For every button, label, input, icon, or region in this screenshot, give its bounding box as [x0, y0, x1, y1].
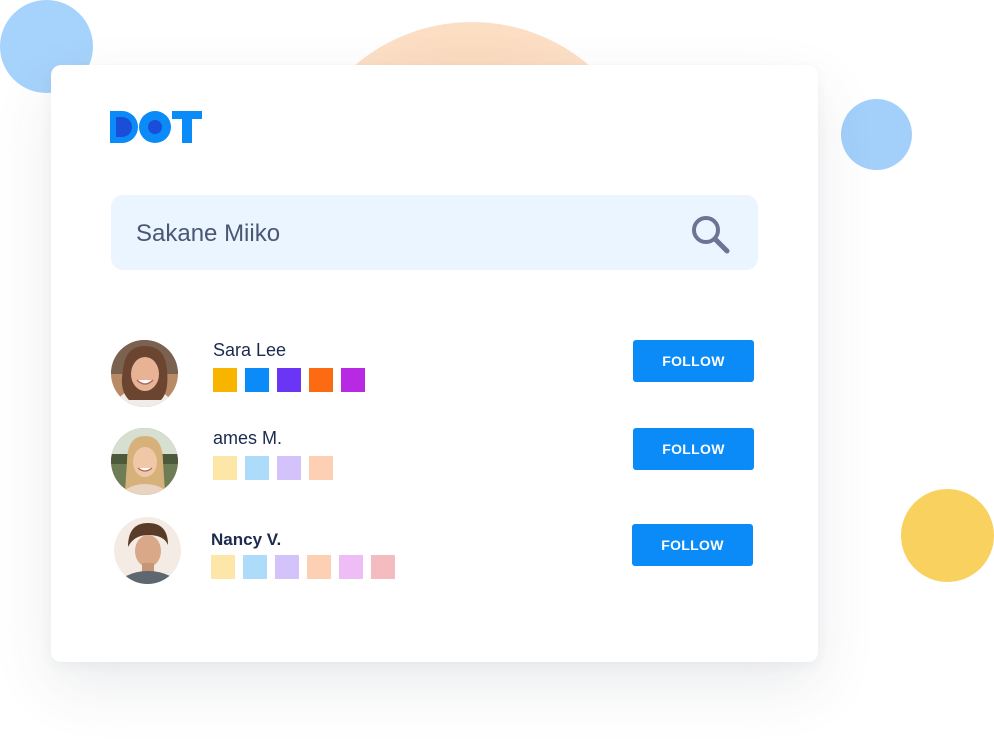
avatar-photo [114, 517, 181, 584]
color-swatch [341, 368, 365, 392]
color-swatch [213, 456, 237, 480]
color-swatch [213, 368, 237, 392]
follow-button[interactable]: FOLLOW [632, 524, 753, 566]
search-icon[interactable] [689, 213, 733, 257]
color-swatch [245, 456, 269, 480]
user-name: ames M. [213, 428, 283, 448]
color-swatch [307, 555, 331, 579]
color-swatch [371, 555, 395, 579]
decorative-circle-yellow [901, 489, 994, 582]
color-swatch [277, 456, 301, 480]
avatar[interactable] [111, 428, 178, 495]
color-swatches [213, 368, 365, 392]
color-swatch [309, 456, 333, 480]
color-swatch [245, 368, 269, 392]
color-swatch [211, 555, 235, 579]
avatar[interactable] [111, 340, 178, 407]
list-item: ames M. FOLLOW [111, 428, 761, 498]
avatar-photo [111, 428, 178, 495]
color-swatch [309, 368, 333, 392]
follow-button[interactable]: FOLLOW [633, 340, 754, 382]
color-swatch [275, 555, 299, 579]
color-swatch [243, 555, 267, 579]
dot-logo [110, 109, 202, 145]
avatar-photo [111, 340, 178, 407]
color-swatches [213, 456, 333, 480]
search-input[interactable] [134, 215, 658, 253]
avatar[interactable] [114, 517, 181, 584]
user-name: Nancy V. [211, 530, 282, 549]
user-name: Sara Lee [213, 340, 287, 360]
color-swatches [211, 555, 395, 579]
logo-letter-t [172, 111, 202, 143]
user-search-card: Sara Lee FOLLOW ames M. [51, 65, 818, 662]
search-bar [111, 195, 758, 270]
list-item: Sara Lee FOLLOW [111, 340, 761, 410]
decorative-circle-blue-small [841, 99, 912, 170]
color-swatch [277, 368, 301, 392]
color-swatch [339, 555, 363, 579]
logo-letter-d [110, 111, 138, 143]
list-item: Nancy V. FOLLOW [111, 517, 761, 587]
follow-button[interactable]: FOLLOW [633, 428, 754, 470]
logo-letter-o [139, 111, 171, 143]
